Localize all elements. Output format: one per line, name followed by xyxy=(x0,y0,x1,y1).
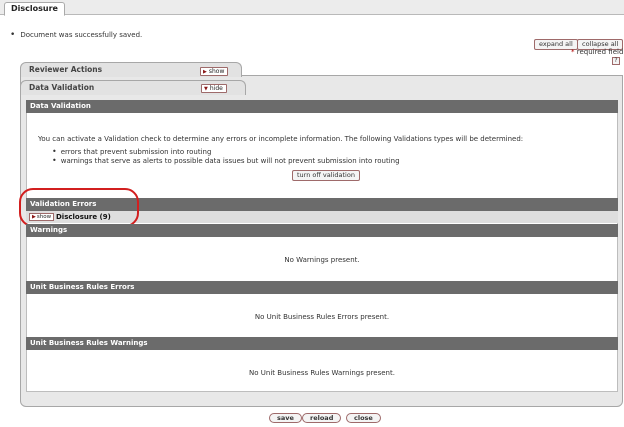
data-validation-intro: You can activate a Validation check to d… xyxy=(38,135,524,143)
disclosure-errors-label: Disclosure (9) xyxy=(56,213,111,221)
document-tab-bar: Disclosure xyxy=(0,0,624,16)
validation-types-list: errors that prevent submission into rout… xyxy=(52,148,400,165)
help-icon[interactable]: ? xyxy=(612,57,620,65)
reviewer-actions-show-button[interactable]: ▶ show xyxy=(200,67,229,76)
disclosure-errors-show-button[interactable]: ▶show xyxy=(29,213,55,221)
warnings-header: Warnings xyxy=(26,224,618,237)
validation-type-errors: errors that prevent submission into rout… xyxy=(52,148,400,157)
validation-type-warnings: warnings that serve as alerts to possibl… xyxy=(52,157,400,166)
triangle-right-icon: ▶ xyxy=(203,69,207,75)
turn-off-validation-button[interactable]: turn off validation xyxy=(292,170,360,181)
unit-business-rules-errors-header: Unit Business Rules Errors xyxy=(26,281,618,294)
success-message: Document was successfully saved. xyxy=(10,31,142,39)
reviewer-actions-title: Reviewer Actions xyxy=(29,65,103,74)
required-field-note: * required field xyxy=(571,48,623,56)
disclosure-errors-show-label: show xyxy=(36,214,52,220)
warnings-message: No Warnings present. xyxy=(284,256,360,264)
data-validation-hide-label: hide xyxy=(209,85,223,92)
message-list: Document was successfully saved. xyxy=(10,31,142,39)
unit-business-rules-errors-message: No Unit Business Rules Errors present. xyxy=(254,313,390,321)
data-validation-tab-title: Data Validation xyxy=(29,83,95,92)
reload-button[interactable]: reload xyxy=(302,413,342,423)
tab-disclosure[interactable]: Disclosure xyxy=(4,2,65,16)
unit-business-rules-warnings-message: No Unit Business Rules Warnings present. xyxy=(249,369,395,377)
validation-errors-header: Validation Errors xyxy=(26,198,618,211)
triangle-right-icon: ▶ xyxy=(32,214,36,220)
unit-business-rules-warnings-header: Unit Business Rules Warnings xyxy=(26,337,618,350)
save-button[interactable]: save xyxy=(269,413,302,423)
data-validation-header: Data Validation xyxy=(26,100,618,113)
required-field-text: required field xyxy=(574,48,624,56)
triangle-down-icon: ▼ xyxy=(204,86,208,92)
reviewer-actions-show-label: show xyxy=(208,68,225,75)
close-button[interactable]: close xyxy=(346,413,381,423)
data-validation-hide-button[interactable]: ▼ hide xyxy=(201,84,227,93)
disclosure-errors-row xyxy=(26,211,618,223)
